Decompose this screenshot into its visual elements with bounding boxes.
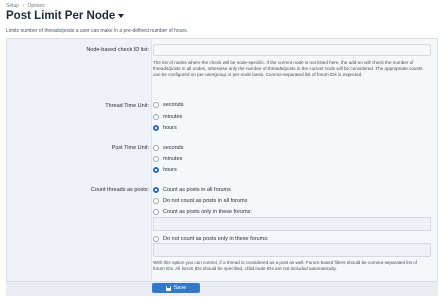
- radio-icon[interactable]: [153, 209, 159, 215]
- save-disk-icon: [165, 285, 171, 291]
- thread-time-unit-option-hours[interactable]: hours: [153, 125, 177, 131]
- breadcrumb-item-options[interactable]: Options: [28, 3, 45, 9]
- radio-icon[interactable]: [153, 102, 159, 108]
- option-label: seconds: [163, 145, 184, 151]
- post-time-unit-label: Post Time Unit:: [111, 145, 149, 151]
- radio-checked-icon[interactable]: [153, 125, 159, 131]
- radio-icon[interactable]: [153, 145, 159, 151]
- option-label: Do not count as posts only in these foru…: [163, 236, 269, 242]
- thread-time-unit-option-minutes[interactable]: minutes: [153, 114, 182, 120]
- option-label: Do not count as posts in all forums: [163, 198, 248, 204]
- not-forums-input[interactable]: [153, 243, 431, 257]
- page-description: Limits number of threads/posts a user ca…: [6, 28, 189, 34]
- count-threads-option-none[interactable]: Do not count as posts in all forums: [153, 198, 247, 204]
- count-threads-hint: With this option you can control, if a t…: [153, 260, 418, 272]
- radio-icon[interactable]: [153, 236, 159, 242]
- radio-icon[interactable]: [153, 114, 159, 120]
- node-ids-label: Node-based check ID list:: [86, 47, 149, 53]
- post-time-unit-option-minutes[interactable]: minutes: [153, 156, 182, 162]
- breadcrumb: Setup › Options: [6, 3, 45, 9]
- option-label: minutes: [163, 156, 183, 162]
- thread-time-unit-option-seconds[interactable]: seconds: [153, 102, 184, 108]
- radio-icon[interactable]: [153, 198, 159, 204]
- option-label: Count as posts only in these forums:: [163, 209, 252, 215]
- radio-checked-icon[interactable]: [153, 167, 159, 173]
- thread-time-unit-label: Thread Time Unit:: [105, 103, 149, 109]
- breadcrumb-separator: ›: [22, 3, 25, 9]
- count-threads-option-only[interactable]: Count as posts only in these forums:: [153, 209, 252, 215]
- page-title[interactable]: Post Limit Per Node: [6, 10, 125, 22]
- breadcrumb-item-setup[interactable]: Setup: [6, 3, 19, 9]
- post-time-unit-option-seconds[interactable]: seconds: [153, 145, 184, 151]
- option-label: minutes: [163, 114, 183, 120]
- save-button[interactable]: Save: [152, 283, 200, 293]
- form-footer: [6, 281, 438, 296]
- option-label: hours: [163, 167, 177, 173]
- label-column: [7, 39, 152, 295]
- post-time-unit-option-hours[interactable]: hours: [153, 167, 177, 173]
- radio-icon[interactable]: [153, 156, 159, 162]
- page-title-text: Post Limit Per Node: [6, 10, 116, 22]
- count-threads-option-not-only[interactable]: Do not count as posts only in these foru…: [153, 236, 268, 242]
- option-label: Count as posts in all forums: [163, 187, 231, 193]
- count-threads-label: Count threads as posts:: [90, 187, 149, 193]
- radio-checked-icon[interactable]: [153, 187, 159, 193]
- caret-down-icon[interactable]: [118, 14, 125, 18]
- only-forums-input[interactable]: [153, 217, 431, 231]
- node-ids-hint: The list of nodes where the check will b…: [153, 60, 423, 78]
- save-button-label: Save: [173, 285, 187, 291]
- count-threads-option-all[interactable]: Count as posts in all forums: [153, 187, 231, 193]
- option-label: hours: [163, 125, 177, 131]
- node-ids-textarea[interactable]: [153, 44, 431, 56]
- option-label: seconds: [163, 102, 184, 108]
